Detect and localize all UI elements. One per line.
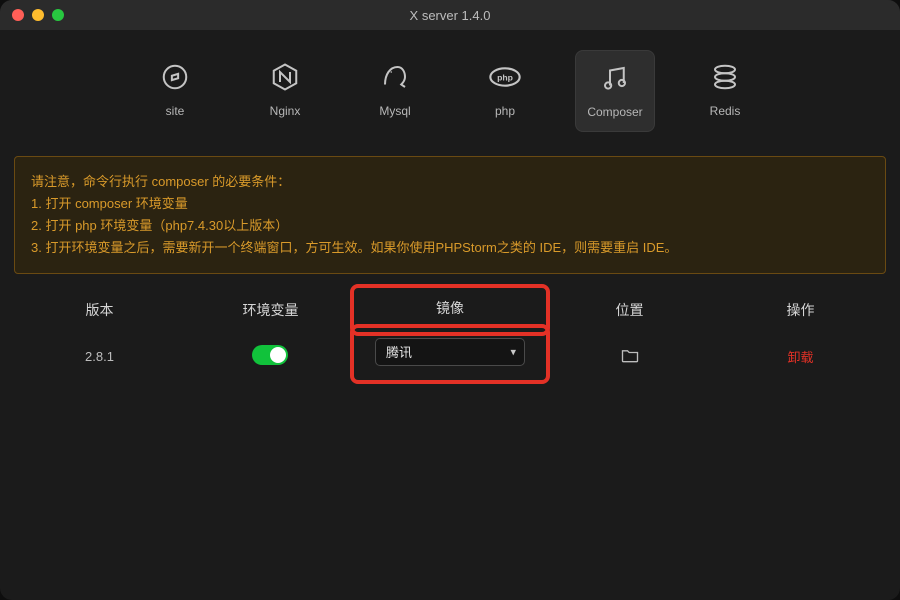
cell-location (544, 345, 715, 368)
mirror-select[interactable]: 腾讯 (376, 339, 524, 365)
minimize-window-button[interactable] (32, 9, 44, 21)
app-window: X server 1.4.0 site Nginx Mysql php php (0, 0, 900, 600)
nav-item-php[interactable]: php php (465, 50, 545, 132)
notice-line: 1. 打开 composer 环境变量 (31, 193, 869, 215)
maximize-window-button[interactable] (52, 9, 64, 21)
nav-item-mysql[interactable]: Mysql (355, 50, 435, 132)
nav-item-redis[interactable]: Redis (685, 50, 765, 132)
notice-banner: 请注意，命令行执行 composer 的必要条件： 1. 打开 composer… (14, 156, 886, 274)
window-controls (12, 9, 64, 21)
nav-label: site (166, 104, 185, 118)
notice-line: 请注意，命令行执行 composer 的必要条件： (31, 171, 869, 193)
notice-line: 3. 打开环境变量之后，需要新开一个终端窗口，方可生效。如果你使用PHPStor… (31, 237, 869, 259)
redis-icon (708, 60, 742, 94)
col-header-action: 操作 (715, 300, 886, 320)
nav-label: Redis (710, 104, 741, 118)
col-header-mirror: 镜像 (360, 298, 540, 318)
compass-icon (158, 60, 192, 94)
nav-item-composer[interactable]: Composer (575, 50, 655, 132)
col-header-version: 版本 (14, 300, 185, 320)
uninstall-button[interactable]: 卸载 (788, 350, 814, 365)
php-icon: php (488, 60, 522, 94)
col-header-location: 位置 (544, 300, 715, 320)
nav-label: Composer (587, 105, 642, 119)
mysql-icon (378, 60, 412, 94)
composer-table: 版本 环境变量 镜像 位置 操作 2.8.1 腾讯 ▾ (14, 288, 886, 384)
cell-env (185, 345, 356, 368)
music-note-icon (598, 61, 632, 95)
titlebar: X server 1.4.0 (0, 0, 900, 30)
nav-item-site[interactable]: site (135, 50, 215, 132)
mirror-select-wrap: 腾讯 ▾ (375, 338, 525, 366)
table-row: 2.8.1 腾讯 ▾ 卸载 (14, 332, 886, 384)
top-nav: site Nginx Mysql php php Composer (0, 30, 900, 148)
window-title: X server 1.4.0 (0, 8, 900, 23)
folder-icon[interactable] (620, 353, 640, 368)
notice-line: 2. 打开 php 环境变量（php7.4.30以上版本） (31, 215, 869, 237)
cell-version: 2.8.1 (14, 349, 185, 364)
cell-mirror-highlighted: 腾讯 ▾ (350, 324, 550, 384)
col-header-env: 环境变量 (185, 300, 356, 320)
nav-item-nginx[interactable]: Nginx (245, 50, 325, 132)
nav-label: Nginx (270, 104, 301, 118)
env-toggle[interactable] (252, 345, 288, 365)
nav-label: Mysql (379, 104, 410, 118)
cell-action: 卸载 (715, 347, 886, 366)
nav-label: php (495, 104, 515, 118)
nginx-icon (268, 60, 302, 94)
close-window-button[interactable] (12, 9, 24, 21)
svg-text:php: php (497, 72, 513, 82)
